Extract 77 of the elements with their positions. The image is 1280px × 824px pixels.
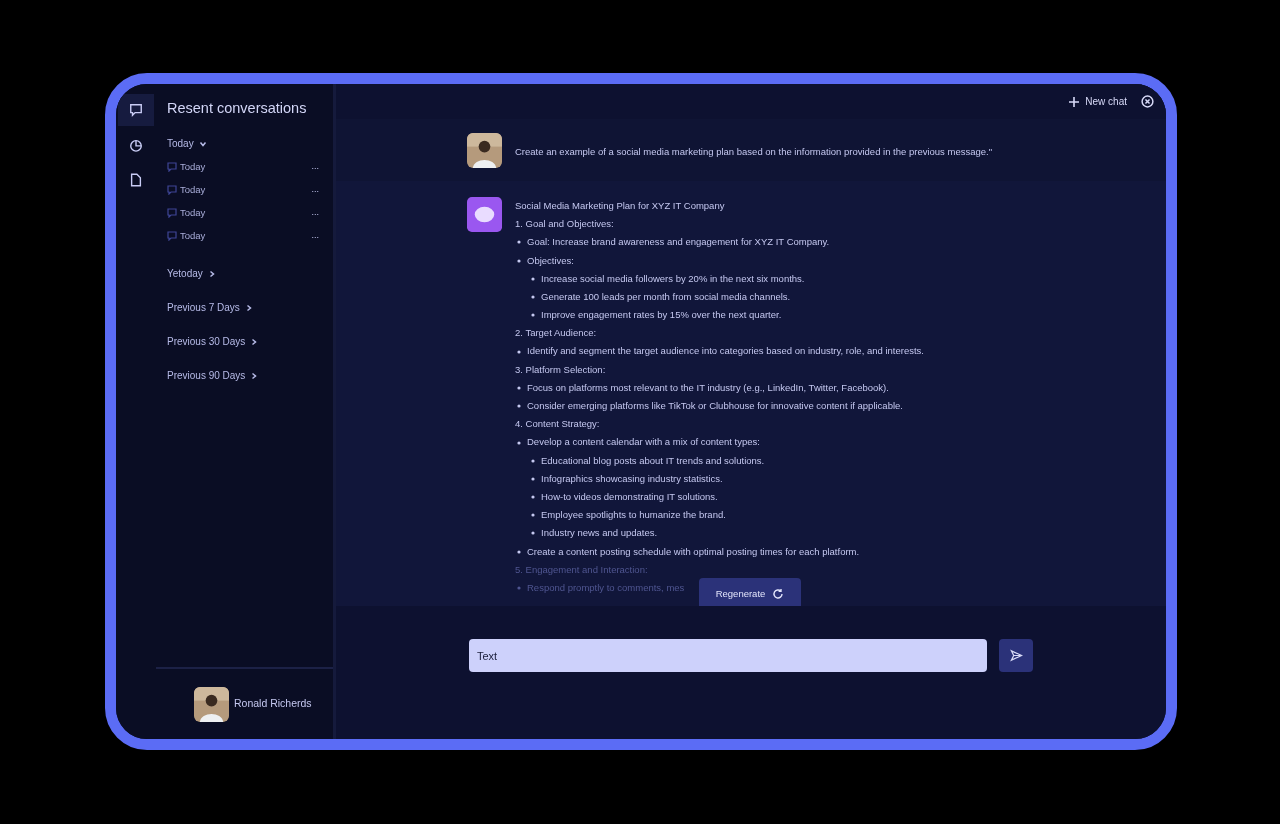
chevron-right-icon xyxy=(244,303,253,312)
message-line: Improve engagement rates by 15% over the next quarter. xyxy=(541,308,782,323)
rail-tab[interactable] xyxy=(118,94,154,126)
bullet-icon xyxy=(517,258,521,263)
message-line: Social Media Marketing Plan for XYZ IT Company xyxy=(515,198,725,213)
conversation-item[interactable]: Today xyxy=(167,159,206,174)
bullet-icon xyxy=(531,295,535,300)
new-chat-button[interactable]: New chat xyxy=(1069,94,1127,109)
group-toggle[interactable]: Yetoday xyxy=(167,266,216,281)
message-line: Employee spotlights to humanize the brand. xyxy=(541,508,726,523)
message-line: Educational blog posts about IT trends and solutions. xyxy=(541,453,765,468)
message-line: Objectives: xyxy=(527,253,574,268)
chat-icon xyxy=(167,184,177,195)
user-name: Ronald Richerds xyxy=(234,696,312,712)
chat-icon xyxy=(129,103,143,117)
message-line: Focus on platforms most relevant to the IT industry (e.g., LinkedIn, Twitter, Facebook). xyxy=(527,380,889,395)
message-line: Respond promptly to comments, mes xyxy=(527,580,685,595)
avatar-icon xyxy=(467,133,502,168)
message-line: Develop a content calendar with a mix of content types: xyxy=(527,435,760,450)
plus-icon xyxy=(1069,96,1080,107)
message-line: Consider emerging platforms like TikTok or Clubhouse for innovative content if applicable. xyxy=(527,399,903,414)
message-line: Infographics showcasing industry statistics. xyxy=(541,471,723,486)
bullet-icon xyxy=(531,458,535,463)
more-button[interactable]: ... xyxy=(311,208,319,218)
bullet-icon xyxy=(531,276,535,281)
conversation-item[interactable]: Today xyxy=(167,228,206,243)
bullet-icon xyxy=(517,240,521,245)
send-icon xyxy=(1009,649,1023,662)
close-icon[interactable] xyxy=(1141,95,1154,108)
more-button[interactable]: ... xyxy=(311,185,319,195)
regenerate-button[interactable]: Regenerate xyxy=(699,578,801,606)
group-toggle[interactable]: Previous 90 Days xyxy=(167,368,259,383)
chevron-right-icon xyxy=(207,269,216,278)
send-button[interactable] xyxy=(999,639,1033,672)
conversation-item[interactable]: Today xyxy=(167,205,206,220)
bullet-icon xyxy=(517,586,521,591)
message-line: Goal: Increase brand awareness and engagement for XYZ IT Company. xyxy=(527,235,830,250)
group-toggle[interactable]: Today xyxy=(167,136,207,151)
bullet-icon xyxy=(517,404,521,409)
message-line: 1. Goal and Objectives: xyxy=(515,217,614,232)
sidebar-title: Resent conversations xyxy=(166,99,308,118)
group-toggle[interactable]: Previous 7 Days xyxy=(167,300,253,315)
chat-icon xyxy=(167,207,177,218)
message-line: How-to videos demonstrating IT solutions. xyxy=(541,489,718,504)
bullet-icon xyxy=(517,549,521,554)
avatar-icon xyxy=(194,686,229,722)
message-line: 5. Engagement and Interaction: xyxy=(515,562,648,577)
message-line: 3. Platform Selection: xyxy=(515,362,606,377)
bullet-icon xyxy=(531,495,535,500)
pie-chart-icon xyxy=(129,138,143,152)
more-button[interactable]: ... xyxy=(311,231,319,241)
bullet-icon xyxy=(531,513,535,518)
message-text: Create an example of a social media marketing plan based on the information provided in the previous message." xyxy=(515,145,993,159)
message-line: 2. Target Audience: xyxy=(515,326,597,341)
bullet-icon xyxy=(531,476,535,481)
refresh-icon xyxy=(772,588,785,600)
bullet-icon xyxy=(531,531,535,536)
bullet-icon xyxy=(531,313,535,318)
bullet-icon xyxy=(517,440,521,445)
chat-icon xyxy=(167,230,177,241)
chevron-down-icon xyxy=(198,139,207,148)
message-line: Increase social media followers by 20% in the next six months. xyxy=(541,271,805,286)
more-button[interactable]: ... xyxy=(311,162,319,172)
message-line: Industry news and updates. xyxy=(541,526,658,541)
chevron-right-icon xyxy=(250,371,259,380)
conversation-item[interactable]: Today xyxy=(167,182,206,197)
message-line: Create a content posting schedule with optimal posting times for each platform. xyxy=(527,544,860,559)
group-toggle[interactable]: Previous 30 Days xyxy=(167,334,259,349)
message-input[interactable]: Text xyxy=(469,639,987,672)
chat-icon xyxy=(167,161,177,172)
chevron-right-icon xyxy=(250,337,259,346)
message-line: Identify and segment the target audience into categories based on industry, role, and interests. xyxy=(527,344,924,359)
bullet-icon xyxy=(517,385,521,390)
message-line: 4. Content Strategy: xyxy=(515,417,600,432)
message-line: Generate 100 leads per month from social media channels. xyxy=(541,289,791,304)
bullet-icon xyxy=(517,349,521,354)
file-icon xyxy=(129,173,143,187)
